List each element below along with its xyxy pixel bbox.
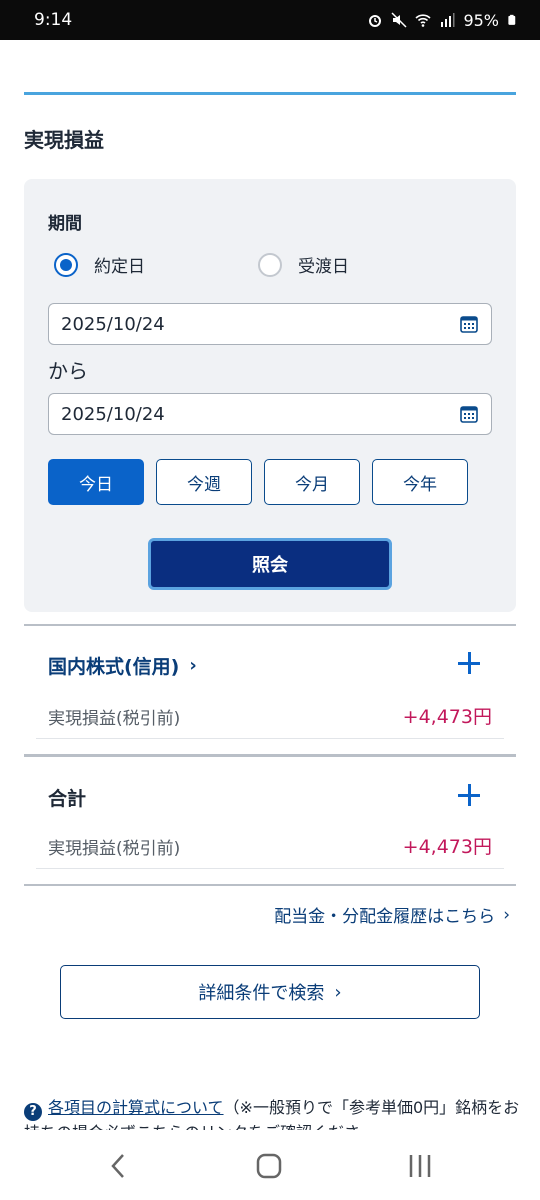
chevron-right-icon: › [503,904,510,925]
recent-apps-icon[interactable] [400,1148,440,1184]
dividend-history-link[interactable]: 配当金・分配金履歴はこちら › [274,902,510,928]
quick-year-button[interactable]: 今年 [372,459,468,505]
radio-trade-date[interactable]: 約定日 [54,252,145,277]
realized-pl-label: 実現損益(税引前) [48,709,181,729]
question-circle-icon: ? [24,1103,42,1121]
battery-icon [508,14,516,25]
mute-icon [391,12,407,28]
date-from-input[interactable]: 2025/10/24 [48,303,492,345]
status-icons: 95% [367,11,518,30]
dividend-history-label: 配当金・分配金履歴はこちら [274,907,496,927]
page-title: 実現損益 [24,128,104,152]
radio-trade-date-label: 約定日 [94,257,145,277]
chevron-right-icon: › [334,981,342,1003]
radio-selected-icon [54,252,78,277]
quick-month-button[interactable]: 今月 [264,459,360,505]
system-nav-bar [0,1130,540,1200]
date-to-input[interactable]: 2025/10/24 [48,393,492,435]
status-time: 9:14 [34,10,73,30]
domestic-margin-title: 国内株式(信用) [48,656,180,678]
total-pl-value: +4,473円 [402,836,492,858]
quick-today-button[interactable]: 今日 [48,459,144,505]
section-divider [24,624,516,626]
radio-delivery-date-label: 受渡日 [298,257,349,277]
calendar-icon[interactable] [459,314,479,334]
plus-icon[interactable] [456,782,484,810]
radio-delivery-date[interactable]: 受渡日 [258,252,349,277]
signal-icon [441,13,455,27]
battery-text: 95% [463,10,499,30]
date-from-value: 2025/10/24 [61,313,165,335]
chevron-right-icon: › [189,655,197,676]
date-to-value: 2025/10/24 [61,403,165,425]
alarm-icon [369,15,382,27]
home-icon[interactable] [249,1148,289,1184]
status-bar: 9:14 95% [0,0,540,40]
section-divider [24,884,516,886]
inquiry-button[interactable]: 照会 [148,538,392,590]
calendar-icon[interactable] [459,404,479,424]
calc-formula-link[interactable]: 各項目の計算式について [48,1098,224,1117]
from-label: から [48,359,88,383]
total-pl-label: 実現損益(税引前) [48,839,181,859]
filter-panel: 期間 約定日 受渡日 2025/10/24 から 2025/10/24 今日 今… [24,179,516,612]
realized-pl-value: +4,473円 [402,706,492,728]
header-divider [24,92,516,95]
total-title: 合計 [48,788,87,810]
detail-search-label: 詳細条件で検索 [198,983,325,1004]
row-divider [36,868,504,869]
wifi-icon [415,14,431,27]
domestic-margin-link[interactable]: 国内株式(信用) › [48,652,197,679]
radio-unselected-icon [258,252,282,277]
period-label: 期間 [48,214,82,234]
quick-week-button[interactable]: 今週 [156,459,252,505]
row-divider [36,738,504,739]
plus-icon[interactable] [456,650,484,678]
calc-note: ?各項目の計算式について（※一般預りで「参考単価0円」銘柄をお持ちの場合必ずこち… [24,1096,524,1130]
back-icon[interactable] [98,1148,138,1184]
section-divider [24,754,516,757]
detail-search-button[interactable]: 詳細条件で検索 › [60,965,480,1019]
